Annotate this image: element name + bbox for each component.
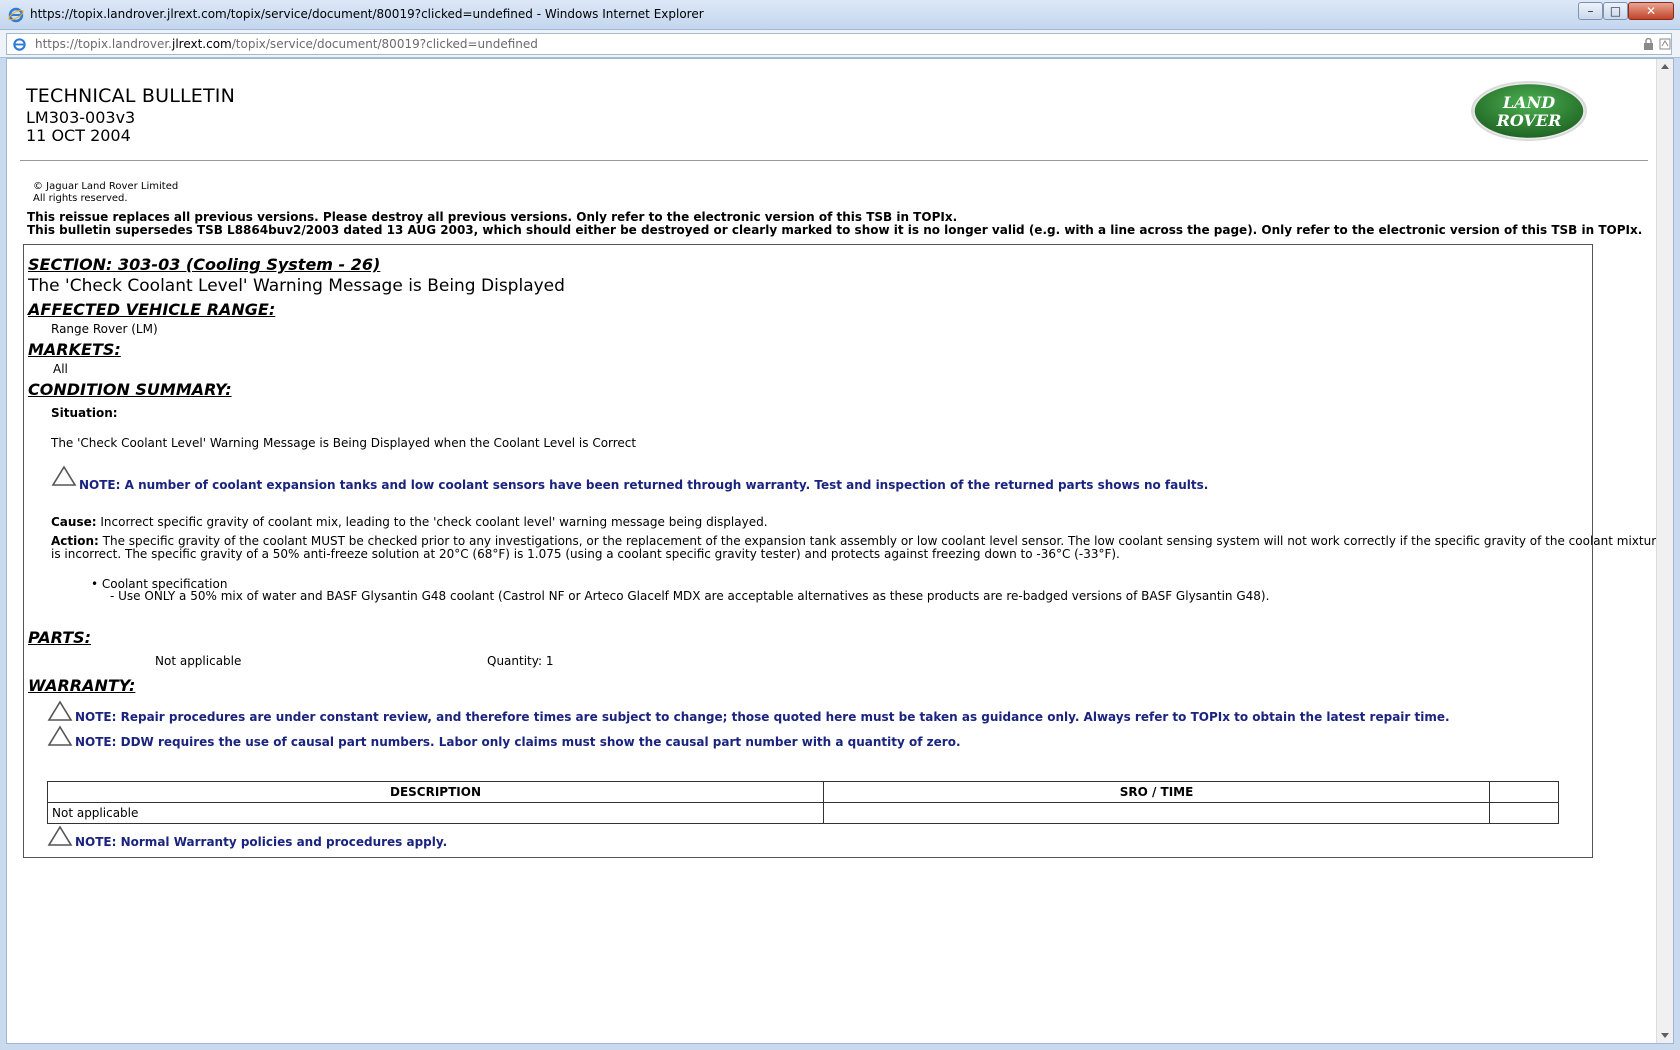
address-bar: https://topix.landrover.jlrext.com/topix… <box>0 30 1680 58</box>
scroll-up-icon[interactable] <box>1661 64 1669 69</box>
copyright-notice: © Jaguar Land Rover Limited All rights r… <box>33 181 179 204</box>
bulletin-page: TECHNICAL BULLETIN LM303-003v3 11 OCT 20… <box>7 59 1663 1043</box>
section-heading: SECTION: 303-03 (Cooling System - 26) <box>28 255 381 274</box>
maximize-button[interactable]: □ <box>1603 2 1628 20</box>
column-header-description: DESCRIPTION <box>47 781 824 803</box>
warning-triangle-icon <box>51 465 77 486</box>
parts-quantity: Quantity: 1 <box>487 654 554 668</box>
close-button[interactable]: ✕ <box>1628 2 1674 20</box>
action-block: Action: The specific gravity of the cool… <box>51 534 1664 561</box>
cause-line: Cause: Incorrect specific gravity of coo… <box>51 515 768 529</box>
table-cell <box>1489 802 1559 824</box>
warranty-note-2: NOTE: DDW requires the use of causal par… <box>75 735 961 749</box>
column-header-blank <box>1489 781 1559 803</box>
markets-value: All <box>53 362 68 376</box>
warranty-note-3: NOTE: Normal Warranty policies and proce… <box>75 835 448 849</box>
internet-explorer-icon <box>8 7 24 23</box>
bulletin-title: TECHNICAL BULLETIN <box>26 85 236 107</box>
parts-description: Not applicable <box>155 654 242 668</box>
svg-text:ROVER: ROVER <box>1496 111 1562 130</box>
situation-label: Situation: <box>51 406 118 420</box>
warning-triangle-icon <box>47 700 73 721</box>
table-header-row: DESCRIPTION SRO / TIME <box>47 781 1559 803</box>
header-divider <box>20 160 1648 161</box>
minimize-icon: – <box>1587 4 1594 18</box>
minimize-button[interactable]: – <box>1578 2 1603 20</box>
parts-heading: PARTS: <box>28 628 92 647</box>
compatibility-view-icon[interactable] <box>1659 38 1671 50</box>
table-row: Not applicable <box>47 802 1559 824</box>
page-viewport: TECHNICAL BULLETIN LM303-003v3 11 OCT 20… <box>6 58 1674 1044</box>
markets-heading: MARKETS: <box>28 340 121 359</box>
bulletin-id: LM303-003v3 <box>26 108 136 127</box>
bulletin-date: 11 OCT 2004 <box>26 126 131 145</box>
land-rover-logo: LAND ROVER <box>1471 81 1587 141</box>
table-cell: Not applicable <box>47 802 824 824</box>
column-header-sro-time: SRO / TIME <box>823 781 1490 803</box>
section-subject: The 'Check Coolant Level' Warning Messag… <box>28 276 565 296</box>
title-bar: https://topix.landrover.jlrext.com/topix… <box>0 0 1680 30</box>
scroll-down-icon[interactable] <box>1661 1033 1669 1038</box>
affected-value: Range Rover (LM) <box>51 322 158 336</box>
coolant-spec-detail: - Use ONLY a 50% mix of water and BASF G… <box>110 589 1270 603</box>
svg-text:LAND: LAND <box>1502 93 1555 112</box>
warning-triangle-icon <box>47 725 73 746</box>
vertical-scrollbar[interactable] <box>1656 59 1673 1043</box>
condition-note: NOTE: A number of coolant expansion tank… <box>79 478 1209 492</box>
lock-icon[interactable] <box>1643 38 1654 50</box>
affected-heading: AFFECTED VEHICLE RANGE: <box>28 300 276 319</box>
table-cell <box>823 802 1490 824</box>
url-field[interactable]: https://topix.landrover.jlrext.com/topix… <box>6 33 1672 55</box>
reissue-notice: This reissue replaces all previous versi… <box>27 210 1643 237</box>
warning-triangle-icon <box>47 825 73 846</box>
warranty-table: DESCRIPTION SRO / TIME Not applicable <box>47 781 1559 824</box>
bulletin-content: SECTION: 303-03 (Cooling System - 26) Th… <box>23 244 1663 858</box>
close-icon: ✕ <box>1645 4 1657 18</box>
maximize-icon: □ <box>1609 4 1622 18</box>
page-icon <box>13 38 26 51</box>
condition-heading: CONDITION SUMMARY: <box>28 380 232 399</box>
warranty-note-1: NOTE: Repair procedures are under consta… <box>75 710 1450 724</box>
warranty-heading: WARRANTY: <box>28 676 136 695</box>
window-title: https://topix.landrover.jlrext.com/topix… <box>30 7 704 21</box>
situation-text: The 'Check Coolant Level' Warning Messag… <box>51 436 637 450</box>
url-text: https://topix.landrover.jlrext.com/topix… <box>35 37 538 51</box>
